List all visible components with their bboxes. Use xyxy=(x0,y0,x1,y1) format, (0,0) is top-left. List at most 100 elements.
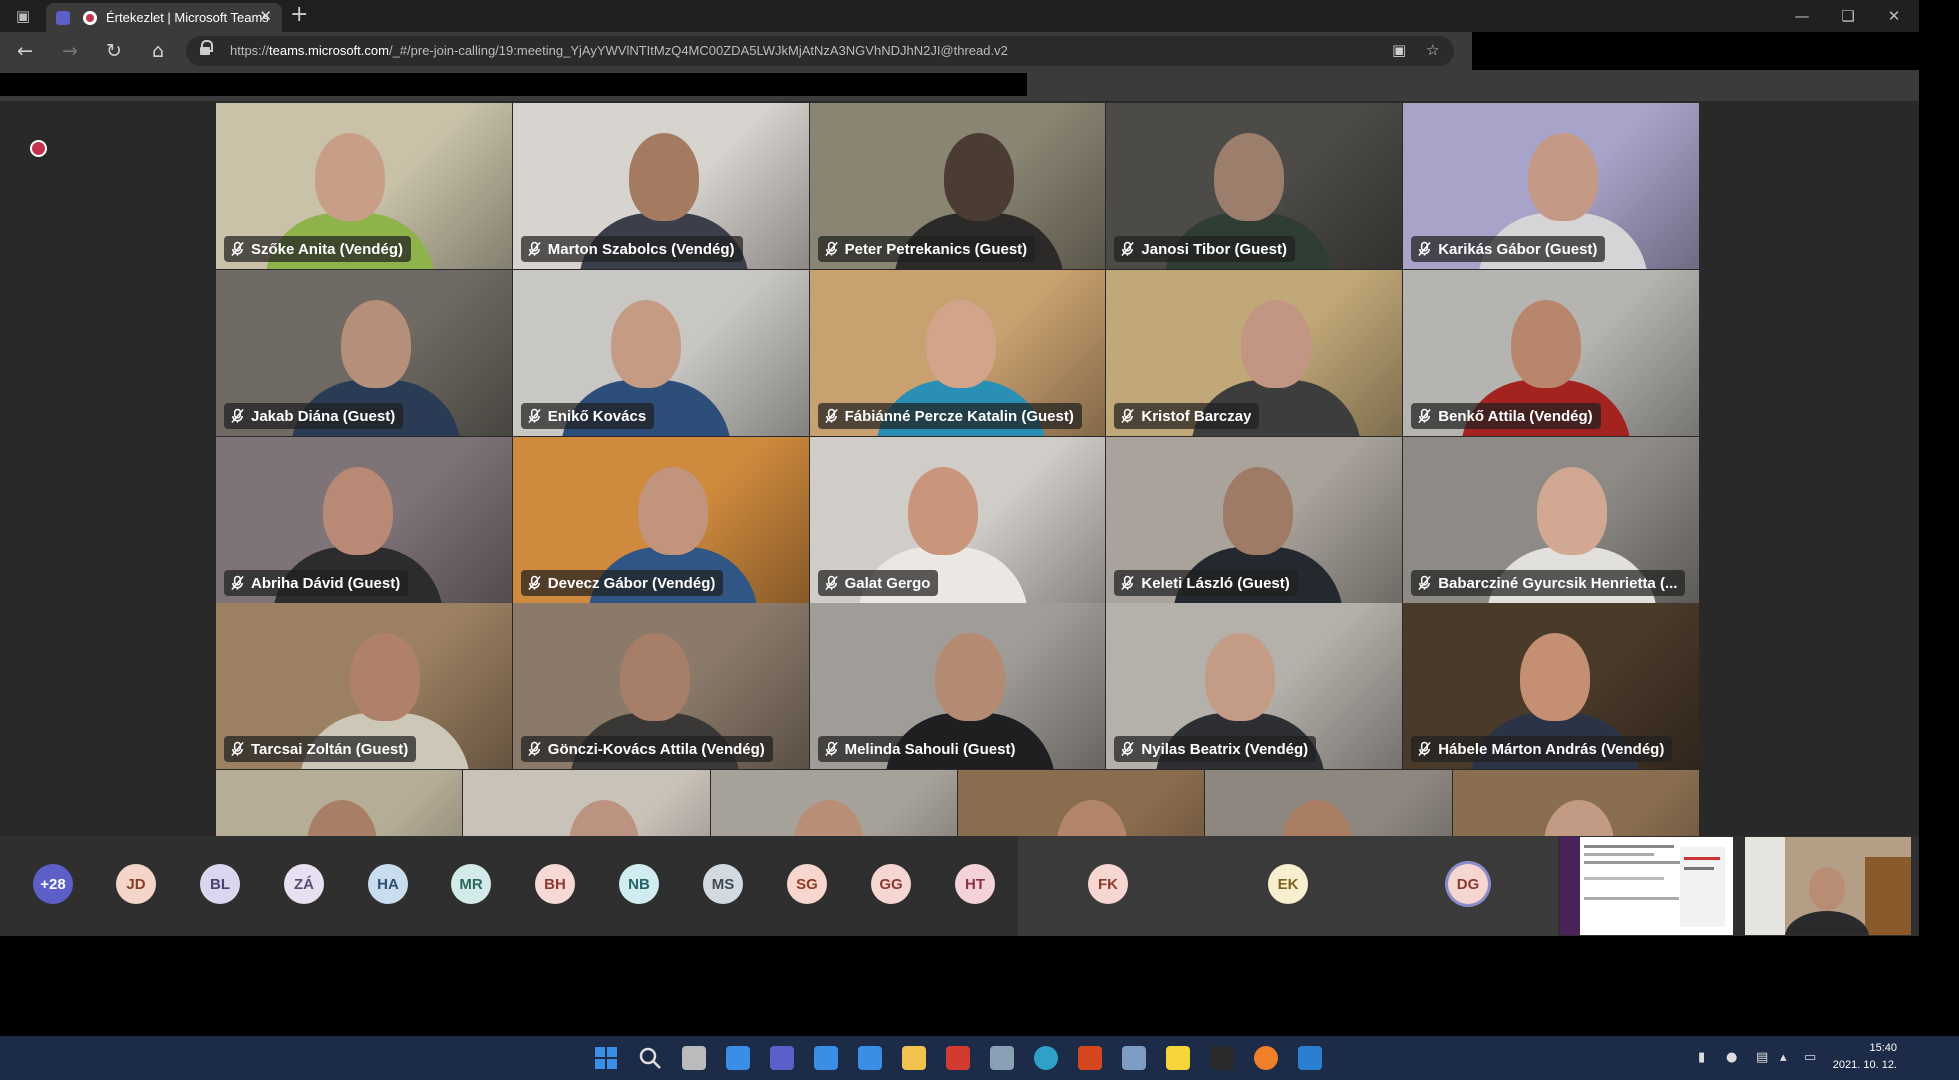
participant-name-label: Melinda Sahouli (Guest) xyxy=(817,736,1024,762)
system-clock[interactable]: 15:40 2021. 10. 12. xyxy=(1833,1040,1897,1074)
settings-icon[interactable] xyxy=(990,1046,1014,1070)
vscode-icon[interactable] xyxy=(1298,1046,1322,1070)
photos-icon[interactable] xyxy=(1122,1046,1146,1070)
participant-tile[interactable]: Gönczi-Kovács Attila (Vendég) xyxy=(512,603,809,769)
battery-icon[interactable]: ▭ xyxy=(1804,1050,1816,1065)
participant-tile[interactable]: Fábiánné Percze Katalin (Guest) xyxy=(809,270,1106,436)
participant-tile[interactable]: Abriha Dávid (Guest) xyxy=(216,437,512,603)
mic-off-icon xyxy=(527,241,542,257)
favorites-icon[interactable]: ☆ xyxy=(1426,41,1439,59)
participant-tile[interactable]: Janosi Tibor (Guest) xyxy=(1106,103,1403,269)
camera-icon[interactable]: ▣ xyxy=(1392,41,1406,59)
terminal-icon[interactable] xyxy=(1210,1046,1234,1070)
participant-name-label: Gönczi-Kovács Attila (Vendég) xyxy=(520,736,773,762)
participant-avatar[interactable]: FK xyxy=(1088,864,1128,904)
participant-avatar[interactable]: NB xyxy=(619,864,659,904)
participant-tile[interactable]: Karikás Gábor (Guest) xyxy=(1403,103,1699,269)
participant-tile[interactable]: Jakab Diána (Guest) xyxy=(216,270,512,436)
participant-avatar[interactable]: GG xyxy=(871,864,911,904)
participant-tile[interactable]: Peter Petrekanics (Guest) xyxy=(809,103,1106,269)
participant-name: Enikő Kovács xyxy=(547,407,647,425)
lock-icon[interactable] xyxy=(200,40,213,56)
participant-tile[interactable]: Szőke Anita (Vendég) xyxy=(216,103,512,269)
video-grid: Szőke Anita (Vendég) Marton Szabolcs (Ven… xyxy=(216,103,1700,938)
participant-tile[interactable]: Babarcziné Gyurcsik Henrietta (... xyxy=(1403,437,1699,603)
mail-icon[interactable] xyxy=(814,1046,838,1070)
search-icon[interactable] xyxy=(638,1046,662,1070)
more-participants-badge[interactable]: +28 xyxy=(33,864,73,904)
store-icon[interactable] xyxy=(858,1046,882,1070)
participant-tile[interactable]: Melinda Sahouli (Guest) xyxy=(809,603,1106,769)
microphone-icon[interactable]: ● xyxy=(1726,1050,1737,1065)
forward-icon[interactable]: → xyxy=(54,35,86,67)
participant-avatar[interactable]: MR xyxy=(451,864,491,904)
mic-off-icon xyxy=(824,575,839,591)
volume-icon[interactable]: ▴ xyxy=(1780,1050,1787,1065)
participant-tile[interactable]: Tarcsai Zoltán (Guest) xyxy=(216,603,512,769)
teams-chat-icon[interactable] xyxy=(770,1046,794,1070)
office-icon[interactable] xyxy=(1078,1046,1102,1070)
participant-name-label: Abriha Dávid (Guest) xyxy=(224,570,409,596)
participant-tile[interactable]: Enikő Kovács xyxy=(512,270,809,436)
minimize-icon[interactable]: — xyxy=(1779,0,1825,32)
participant-tile[interactable]: Nyilas Beatrix (Vendég) xyxy=(1106,603,1403,769)
close-tab-icon[interactable]: ✕ xyxy=(259,7,272,25)
home-icon[interactable]: ⌂ xyxy=(142,35,174,67)
participant-avatar[interactable]: ZÁ xyxy=(284,864,324,904)
participant-avatar[interactable]: MS xyxy=(703,864,743,904)
url-text[interactable]: https://teams.microsoft.com/_#/pre-join-… xyxy=(230,43,1008,58)
participant-tile[interactable]: Kristof Barczay xyxy=(1106,270,1403,436)
widgets-icon[interactable] xyxy=(726,1046,750,1070)
window-close-icon[interactable]: ✕ xyxy=(1871,0,1917,32)
file-explorer-icon[interactable] xyxy=(902,1046,926,1070)
participant-avatar[interactable]: BL xyxy=(200,864,240,904)
participant-tile[interactable]: Keleti László (Guest) xyxy=(1106,437,1403,603)
refresh-icon[interactable]: ↻ xyxy=(98,35,130,67)
person-head xyxy=(1510,300,1581,388)
screen-share-preview[interactable] xyxy=(1560,837,1733,935)
meeting-stage: Szőke Anita (Vendég) Marton Szabolcs (Ven… xyxy=(0,101,1919,936)
participant-tile[interactable]: Galat Gergo xyxy=(809,437,1106,603)
participant-avatar[interactable]: BH xyxy=(535,864,575,904)
mic-off-icon xyxy=(824,408,839,424)
start-icon[interactable] xyxy=(594,1046,618,1070)
participant-name-label: Devecz Gábor (Vendég) xyxy=(520,570,724,596)
person-head xyxy=(1519,633,1590,721)
address-bar[interactable]: https://teams.microsoft.com/_#/pre-join-… xyxy=(186,36,1454,66)
sticky-notes-icon[interactable] xyxy=(1166,1046,1190,1070)
person-head xyxy=(611,300,682,388)
participant-tile[interactable]: Marton Szabolcs (Vendég) xyxy=(512,103,809,269)
participant-tile[interactable]: Devecz Gábor (Vendég) xyxy=(512,437,809,603)
participant-avatar[interactable]: JD xyxy=(116,864,156,904)
back-icon[interactable]: ← xyxy=(9,35,41,67)
participant-name-label: Enikő Kovács xyxy=(520,403,655,429)
mic-off-icon xyxy=(230,741,245,757)
participant-name: Melinda Sahouli (Guest) xyxy=(844,740,1016,758)
screen-share-thumbnail xyxy=(1560,837,1733,935)
participant-tile[interactable]: Benkő Attila (Vendég) xyxy=(1403,270,1699,436)
network-icon[interactable]: ▤ xyxy=(1756,1050,1768,1065)
person-head xyxy=(629,133,700,221)
participant-name-label: Fábiánné Percze Katalin (Guest) xyxy=(817,403,1082,429)
person-head xyxy=(934,633,1005,721)
tab-actions-icon[interactable]: ▣ xyxy=(0,0,46,32)
participant-avatar[interactable]: DG xyxy=(1448,864,1488,904)
participant-avatar[interactable]: EK xyxy=(1268,864,1308,904)
favorites-bar xyxy=(0,70,1919,101)
new-tab-icon[interactable]: + xyxy=(290,2,308,27)
tab-title: Értekezlet | Microsoft Teams xyxy=(106,10,269,25)
browser-tab[interactable]: Értekezlet | Microsoft Teams ✕ xyxy=(46,3,282,32)
self-view-video[interactable] xyxy=(1745,837,1911,935)
app-red-icon[interactable] xyxy=(946,1046,970,1070)
participant-tile[interactable]: Hábele Márton András (Vendég) xyxy=(1403,603,1699,769)
mic-off-icon xyxy=(527,741,542,757)
participant-avatar[interactable]: SG xyxy=(787,864,827,904)
participant-avatar[interactable]: HT xyxy=(955,864,995,904)
restore-icon[interactable]: ❏ xyxy=(1825,0,1871,32)
participant-name: Gönczi-Kovács Attila (Vendég) xyxy=(547,740,765,758)
participant-avatar[interactable]: HA xyxy=(368,864,408,904)
task-view-icon[interactable] xyxy=(682,1046,706,1070)
usb-icon[interactable]: ▮ xyxy=(1698,1050,1705,1065)
edge-icon[interactable] xyxy=(1034,1046,1058,1070)
firefox-icon[interactable] xyxy=(1254,1046,1278,1070)
